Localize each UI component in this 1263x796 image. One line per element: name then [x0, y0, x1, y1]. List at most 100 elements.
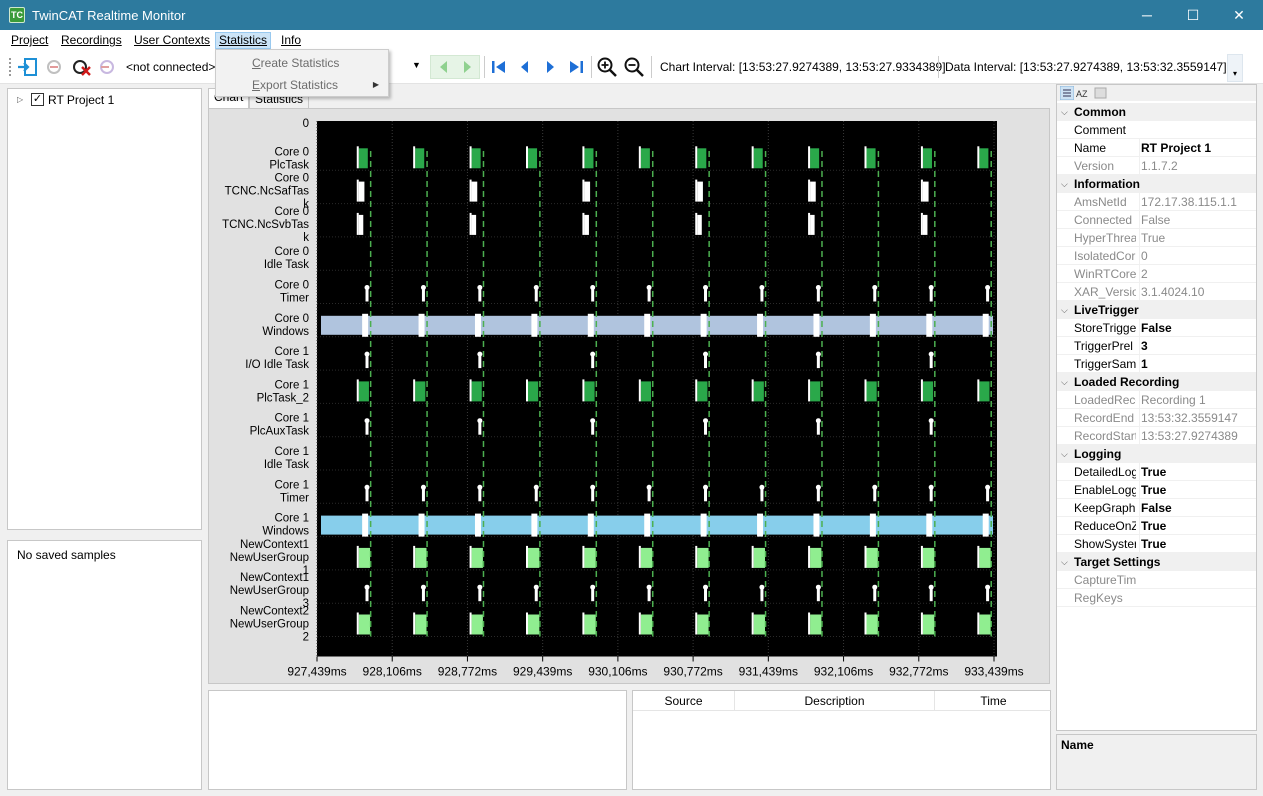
menu-create-statistics[interactable]: Create Statistics	[217, 52, 387, 74]
property-row[interactable]: XAR_Versio 3.1.4024.10	[1057, 283, 1256, 301]
property-value[interactable]: 13:53:27.9274389	[1139, 427, 1255, 445]
tree-checkbox[interactable]: ✓	[31, 93, 44, 106]
tree-item-rt-project[interactable]: RT Project 1	[48, 93, 114, 107]
menu-user-contexts[interactable]: User Contexts	[130, 32, 214, 49]
property-value[interactable]: True	[1139, 229, 1255, 247]
property-value[interactable]: 1.1.7.2	[1139, 157, 1255, 175]
toolbar-separator	[651, 56, 652, 78]
property-row[interactable]: DetailedLog True	[1057, 463, 1256, 481]
property-value[interactable]: True	[1139, 535, 1255, 553]
collapse-caret-icon[interactable]: ⌵	[1061, 175, 1068, 193]
zoom-in-icon[interactable]	[596, 57, 618, 77]
task-pulse-bar	[471, 547, 483, 568]
menu-info[interactable]: Info	[277, 32, 305, 49]
maximize-button[interactable]: ☐	[1170, 0, 1216, 30]
log-column-source[interactable]: Source	[633, 691, 735, 711]
task-pulse-bar	[979, 614, 991, 635]
task-tick-head	[533, 484, 539, 490]
task-pulse-bar	[640, 381, 652, 402]
property-value[interactable]: RT Project 1	[1139, 139, 1255, 157]
property-category[interactable]: ⌵ Logging	[1057, 445, 1256, 463]
toolbar-grip[interactable]	[9, 58, 11, 76]
scroll-left-green-icon[interactable]	[433, 57, 455, 77]
property-row[interactable]: WinRTCores 2	[1057, 265, 1256, 283]
minimize-button[interactable]: ─	[1124, 0, 1170, 30]
go-first-icon[interactable]	[488, 57, 510, 77]
menu-export-statistics[interactable]: Export Statistics ▶	[217, 74, 387, 96]
log-column-description[interactable]: Description	[735, 691, 935, 711]
scroll-right-green-icon[interactable]	[456, 57, 478, 77]
remove-target-icon[interactable]	[97, 57, 119, 77]
zoom-out-icon[interactable]	[623, 57, 645, 77]
property-value[interactable]: 3	[1139, 337, 1255, 355]
close-button[interactable]: ✕	[1216, 0, 1262, 30]
property-value[interactable]: 2	[1139, 265, 1255, 283]
timeline-chart[interactable]: 0Core 0PlcTaskCore 0TCNC.NcSafTaskCore 0…	[209, 109, 1049, 683]
property-value[interactable]: 3.1.4024.10	[1139, 283, 1255, 301]
cancel-connection-icon[interactable]	[70, 57, 92, 77]
property-value[interactable]: 0	[1139, 247, 1255, 265]
property-row[interactable]: KeepGraph(False	[1057, 499, 1256, 517]
property-row[interactable]: ReduceOnZ True	[1057, 517, 1256, 535]
menu-project[interactable]: Project	[7, 32, 52, 49]
log-column-time[interactable]: Time	[935, 691, 1052, 711]
collapse-caret-icon[interactable]: ⌵	[1061, 103, 1068, 121]
property-value[interactable]: 1	[1139, 355, 1255, 373]
collapse-caret-icon[interactable]: ⌵	[1061, 553, 1068, 571]
property-row[interactable]: LoadedReco Recording 1	[1057, 391, 1256, 409]
property-row[interactable]: StoreTrigge False	[1057, 319, 1256, 337]
connect-icon[interactable]	[17, 57, 39, 77]
task-pulse-bar	[527, 381, 539, 402]
property-row[interactable]: EnableLogg True	[1057, 481, 1256, 499]
property-row[interactable]: RecordEnd 13:53:32.3559147	[1057, 409, 1256, 427]
go-last-icon[interactable]	[565, 57, 587, 77]
property-row[interactable]: AmsNetId 172.17.38.115.1.1	[1057, 193, 1256, 211]
property-row[interactable]: Version 1.1.7.2	[1057, 157, 1256, 175]
property-row[interactable]: Connected False	[1057, 211, 1256, 229]
property-row[interactable]: ShowSyster True	[1057, 535, 1256, 553]
property-row[interactable]: RegKeys	[1057, 589, 1256, 607]
property-value[interactable]: False	[1139, 211, 1255, 229]
collapse-caret-icon[interactable]: ⌵	[1061, 445, 1068, 463]
property-value[interactable]: True	[1139, 517, 1255, 535]
connection-status[interactable]: <not connected>	[126, 60, 215, 74]
property-value[interactable]: False	[1139, 499, 1255, 517]
property-row[interactable]: Comment	[1057, 121, 1256, 139]
alphabetical-sort-icon[interactable]: AZ	[1076, 86, 1090, 100]
property-value[interactable]: False	[1139, 319, 1255, 337]
property-pages-icon[interactable]	[1094, 86, 1108, 100]
property-value[interactable]: Recording 1	[1139, 391, 1255, 409]
property-category[interactable]: ⌵ Target Settings	[1057, 553, 1256, 571]
property-row[interactable]: Name RT Project 1	[1057, 139, 1256, 157]
task-tick-head	[590, 285, 596, 290]
task-pulse-bar	[358, 547, 371, 568]
expand-arrow-icon[interactable]: ▷	[17, 95, 23, 104]
property-value[interactable]: 13:53:32.3559147	[1139, 409, 1255, 427]
task-tick-head	[364, 418, 370, 424]
toolbar-overflow-icon[interactable]: ▾	[1227, 54, 1243, 82]
go-previous-icon[interactable]	[514, 57, 536, 77]
property-category[interactable]: ⌵ Loaded Recording	[1057, 373, 1256, 391]
y-axis-row-label: Core 1	[274, 413, 309, 425]
disconnect-icon[interactable]	[44, 57, 66, 77]
go-next-icon[interactable]	[539, 57, 561, 77]
property-value[interactable]: 172.17.38.115.1.1	[1139, 193, 1255, 211]
property-category[interactable]: ⌵ LiveTrigger	[1057, 301, 1256, 319]
collapse-caret-icon[interactable]: ⌵	[1061, 301, 1068, 319]
property-category[interactable]: ⌵ Information	[1057, 175, 1256, 193]
property-row[interactable]: HyperThrea True	[1057, 229, 1256, 247]
property-row[interactable]: CaptureTim	[1057, 571, 1256, 589]
menu-statistics[interactable]: Statistics	[215, 32, 272, 49]
property-value[interactable]: True	[1139, 463, 1255, 481]
menu-recordings[interactable]: Recordings	[57, 32, 126, 49]
collapse-caret-icon[interactable]: ⌵	[1061, 373, 1068, 391]
property-category[interactable]: ⌵ Common	[1057, 103, 1256, 121]
categorized-icon[interactable]	[1060, 86, 1074, 100]
property-row[interactable]: TriggerSam 1	[1057, 355, 1256, 373]
property-value[interactable]: True	[1139, 481, 1255, 499]
property-row[interactable]: TriggerPrel 3	[1057, 337, 1256, 355]
property-row[interactable]: RecordStart 13:53:27.9274389	[1057, 427, 1256, 445]
dropdown-arrow-icon[interactable]: ▼	[412, 60, 421, 70]
y-axis-row-label: 2	[303, 632, 309, 644]
property-row[interactable]: IsolatedCor 0	[1057, 247, 1256, 265]
